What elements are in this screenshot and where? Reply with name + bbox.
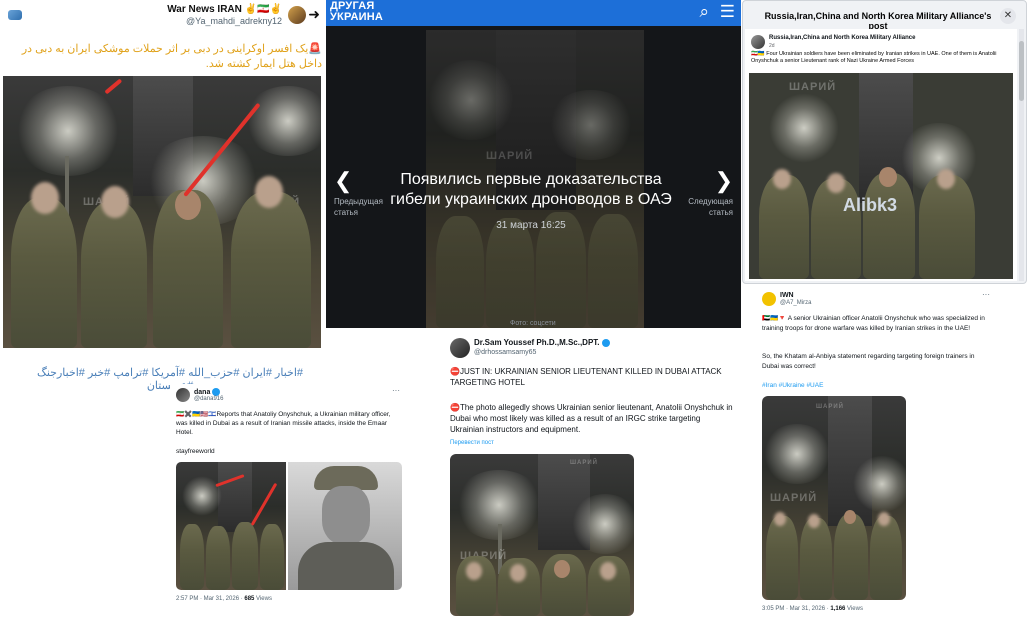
close-icon[interactable]: ✕ xyxy=(1000,8,1016,24)
avatar[interactable] xyxy=(450,338,470,358)
page-name[interactable]: Russia,Iran,China and North Korea Milita… xyxy=(769,35,915,41)
dialog-title: Russia,Iran,China and North Korea Milita… xyxy=(764,11,992,31)
more-dots-icon[interactable]: ··· xyxy=(392,386,400,395)
translate-link[interactable]: Перевести пост xyxy=(450,440,494,446)
news-article-panel: ШАРИЙ ДРУГАЯ УКРАИНА ⌕ ☰ ❮ Предыдущая ст… xyxy=(326,0,741,328)
author-handle[interactable]: @dana916 xyxy=(194,396,223,402)
verified-badge-icon xyxy=(212,388,221,396)
tweet-photo[interactable]: ШАРИЙ ШАРИЙ xyxy=(762,396,906,600)
post-photo[interactable]: ШАРИЙ xyxy=(749,73,1013,279)
article-headline: Появились первые доказательства гибели у… xyxy=(390,171,672,208)
app-logo-icon xyxy=(8,10,22,20)
tweet-photo[interactable]: ШАРИЙ ШАРИЙ ШАРИЙ xyxy=(3,76,321,348)
author-name[interactable]: War News IRAN ✌️🇮🇷✌️ xyxy=(167,4,282,15)
tweet-text-2: So, the Khatam al-Anbiya statement regar… xyxy=(762,353,975,370)
chevron-right-icon[interactable]: ❯ xyxy=(715,168,733,194)
tweet-photo-left[interactable] xyxy=(176,462,286,590)
tweet-photo[interactable]: ШАРИЙ ШАРИЙ xyxy=(450,454,634,616)
tweet-header: War News IRAN ✌️🇮🇷✌️ @Ya_mahdi_adrekny12… xyxy=(4,2,322,30)
chevron-left-icon[interactable]: ❮ xyxy=(334,168,352,194)
facebook-post-dialog: Russia,Iran,China and North Korea Milita… xyxy=(742,0,1027,284)
avatar[interactable] xyxy=(288,6,306,24)
tweet-sam: Dr.Sam Youssef Ph.D.,M.Sc.,DPT. @drhossa… xyxy=(446,334,736,618)
avatar[interactable] xyxy=(762,292,776,306)
author-name[interactable]: dana xyxy=(194,388,221,396)
tweet-text: ⛔The photo allegedly shows Ukrainian sen… xyxy=(450,403,733,434)
avatar[interactable] xyxy=(176,388,190,402)
hashtags[interactable]: #Iran #Ukraine #UAE xyxy=(762,382,823,389)
farsi-tweet-panel: War News IRAN ✌️🇮🇷✌️ @Ya_mahdi_adrekny12… xyxy=(0,0,325,392)
scrollbar-thumb[interactable] xyxy=(1019,41,1024,101)
article-date: 31 марта 16:25 xyxy=(496,220,566,231)
arrow-right-icon[interactable]: ➜ xyxy=(308,6,320,23)
tweet-meta: 3:05 PM · Mar 31, 2026 · 1,166 Views xyxy=(762,606,863,612)
post-time[interactable]: 2d xyxy=(769,43,775,49)
site-header: ДРУГАЯ УКРАИНА ⌕ ☰ xyxy=(326,0,741,26)
tweet-meta: 2:57 PM · Mar 31, 2026 · 685 Views xyxy=(176,596,272,602)
author-handle[interactable]: @drhossamsamy65 xyxy=(474,349,536,356)
tweet-dana: dana @dana916 ··· 🇮🇷✖️🇺🇦🇺🇸🇮🇱Reports that… xyxy=(170,384,406,614)
post-text: 🇮🇷🇺🇦 Four Ukrainian soldiers have been e… xyxy=(751,51,997,64)
author-handle[interactable]: @Ya_mahdi_adrekny12 xyxy=(186,16,282,26)
menu-icon[interactable]: ☰ xyxy=(720,2,735,21)
more-dots-icon[interactable]: ··· xyxy=(982,290,990,299)
tweet-iwn: IWN @A7_Mirza ··· 🇦🇪🇺🇦🔻 A senior Ukraini… xyxy=(758,288,994,618)
photo-watermark: Alibk3 xyxy=(843,195,898,215)
tweet-signature: stayfreeworld xyxy=(176,448,215,455)
site-logo[interactable]: ДРУГАЯ УКРАИНА xyxy=(330,1,383,23)
tweet-photo-right[interactable] xyxy=(288,462,402,590)
verified-badge-icon xyxy=(601,338,610,347)
author-name[interactable]: IWN xyxy=(780,292,794,299)
search-icon[interactable]: ⌕ xyxy=(699,2,709,21)
author-handle[interactable]: @A7_Mirza xyxy=(780,300,811,306)
tweet-text: 🇮🇷✖️🇺🇦🇺🇸🇮🇱Reports that Anatoliy Onyshchu… xyxy=(176,411,391,436)
post-card: Russia,Iran,China and North Korea Milita… xyxy=(745,29,1017,281)
tweet-text: 🚨یک افسر اوکراینی در دبی بر اثر حملات مو… xyxy=(21,43,322,70)
next-article-link[interactable]: Следующая статья xyxy=(679,196,733,218)
tweet-text: 🇦🇪🇺🇦🔻 A senior Ukrainian officer Anatoli… xyxy=(762,315,985,332)
photo-caption: Фото: соцсети xyxy=(510,320,556,327)
author-name[interactable]: Dr.Sam Youssef Ph.D.,M.Sc.,DPT. xyxy=(474,338,610,347)
tweet-headline: ⛔JUST IN: UKRAINIAN SENIOR LIEUTENANT KI… xyxy=(450,367,722,387)
avatar[interactable] xyxy=(751,35,765,49)
prev-article-link[interactable]: Предыдущая статья xyxy=(334,196,388,218)
